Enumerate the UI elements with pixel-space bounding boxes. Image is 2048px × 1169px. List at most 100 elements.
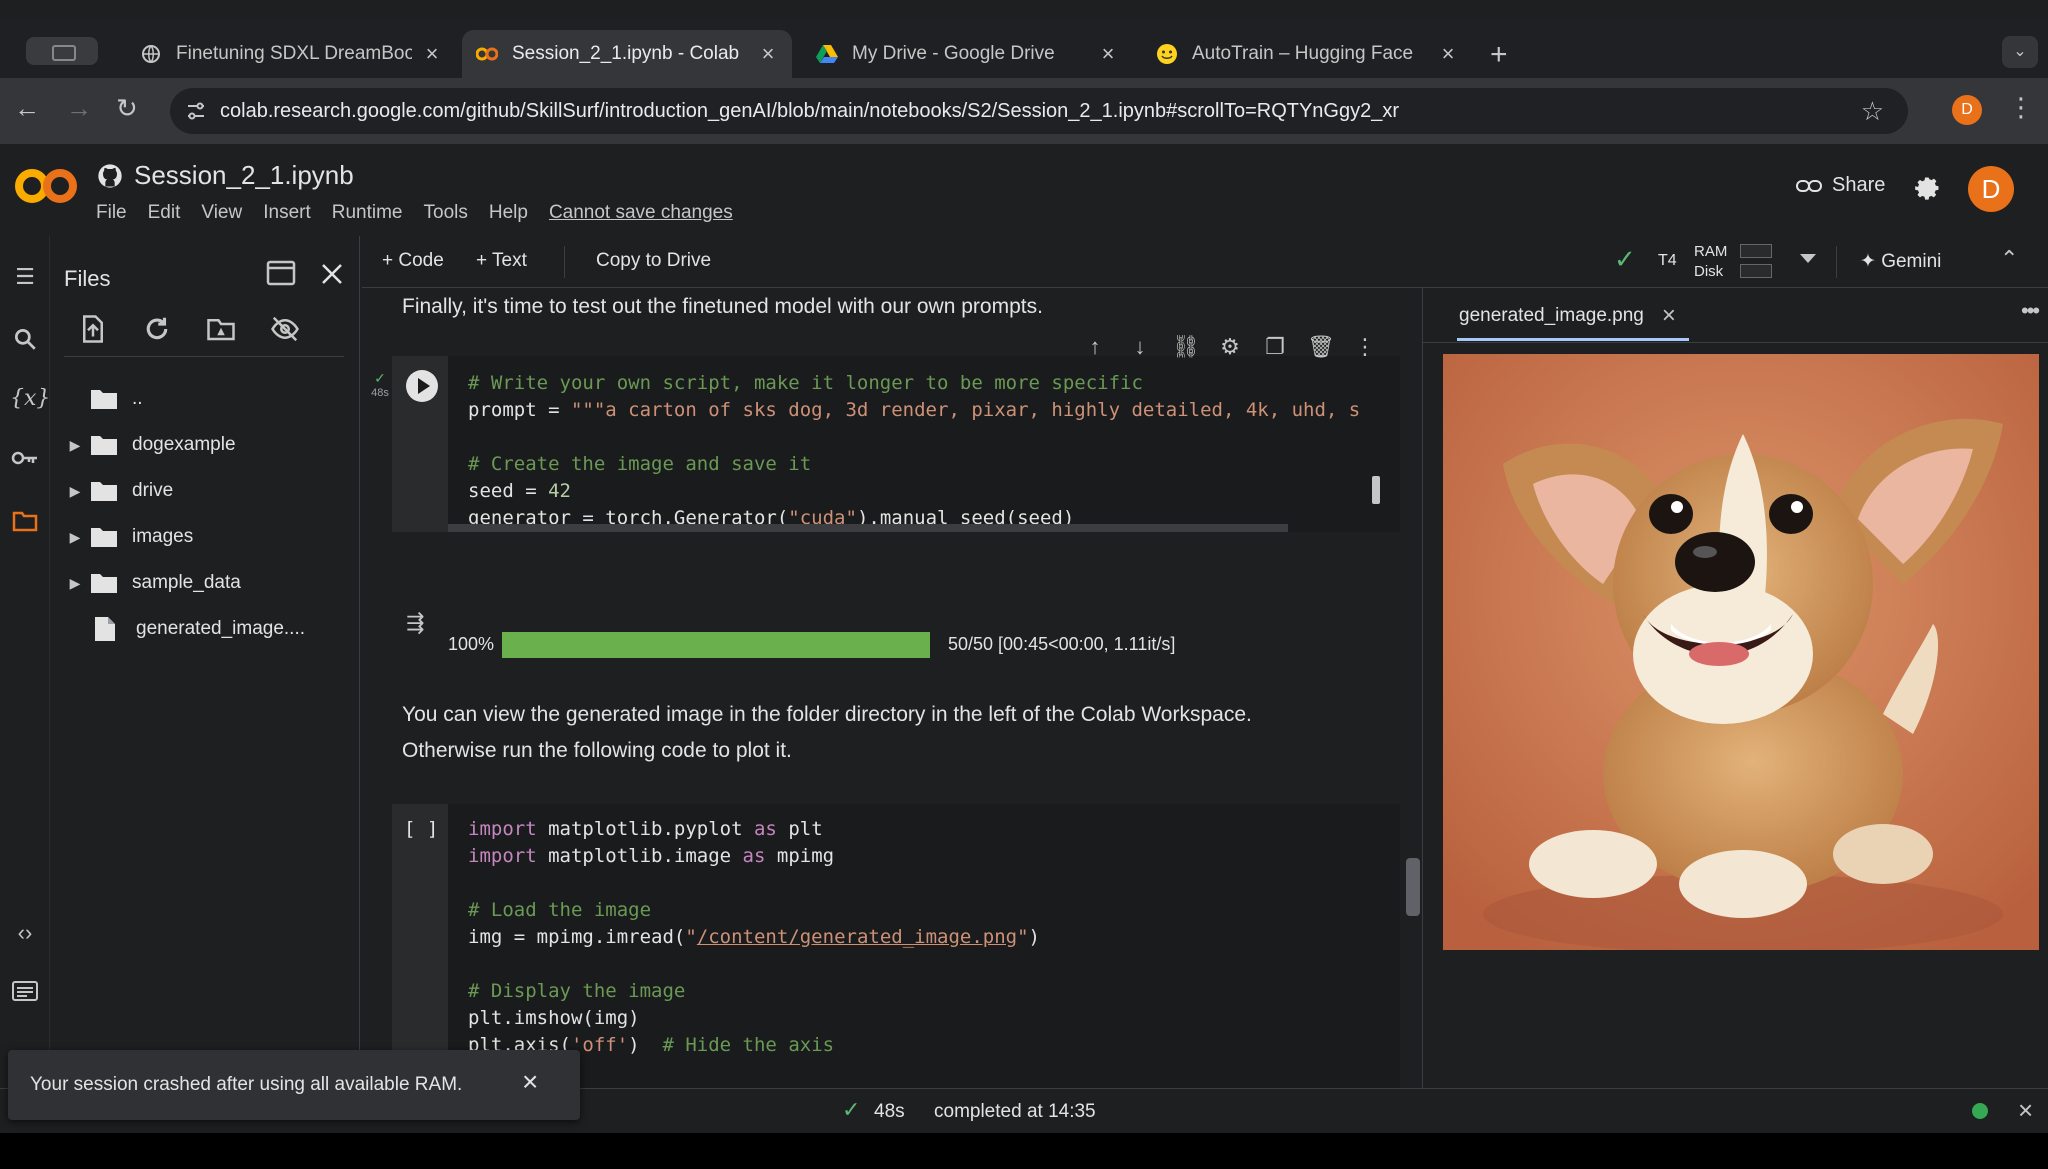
tab-drive[interactable]: My Drive - Google Drive × — [802, 30, 1132, 78]
files-folder-icon[interactable] — [10, 510, 40, 540]
code-line: import matplotlib.image as mpimg — [468, 845, 835, 867]
new-tab-button[interactable]: + — [1490, 40, 1508, 70]
menu-view[interactable]: View — [201, 202, 242, 224]
more-horiz-icon[interactable]: ••• — [2021, 298, 2040, 324]
file-tree-item[interactable]: ▶ images — [60, 520, 193, 554]
code-editor[interactable]: # Write your own script, make it longer … — [468, 370, 1360, 532]
browser-toolbar: ← → ↻ colab.research.google.com/github/S… — [0, 78, 2048, 144]
close-icon[interactable]: × — [1662, 302, 1676, 330]
resource-meters[interactable] — [1740, 244, 1772, 280]
more-vert-icon[interactable]: ⋮ — [1352, 334, 1378, 360]
terminal-icon[interactable] — [10, 980, 40, 1010]
add-code-button[interactable]: + Code — [382, 250, 444, 272]
file-tree-item[interactable]: generated_image.... — [90, 612, 305, 646]
secrets-key-icon[interactable] — [10, 448, 40, 478]
menu-help[interactable]: Help — [489, 202, 528, 224]
save-warning-link[interactable]: Cannot save changes — [549, 202, 733, 224]
close-icon[interactable]: × — [1098, 41, 1118, 67]
back-icon[interactable]: ← — [14, 95, 40, 121]
dismiss-toast-button[interactable]: × — [522, 1066, 538, 1098]
share-label: Share — [1832, 174, 1886, 196]
code-cell[interactable]: # Write your own script, make it longer … — [448, 356, 1400, 532]
close-icon[interactable]: × — [2018, 1095, 2033, 1126]
notebook-scrollbar[interactable] — [1406, 858, 1420, 916]
runtime-dropdown-icon[interactable] — [1800, 254, 1816, 263]
mount-drive-icon[interactable] — [206, 314, 236, 344]
link-icon[interactable]: ⛓ — [1172, 334, 1200, 360]
code-editor[interactable]: import matplotlib.pyplot as plt import m… — [468, 816, 1040, 1059]
expand-caret-icon[interactable]: ▶ — [60, 483, 90, 500]
output-toggle-icon[interactable]: ⇶ — [406, 610, 424, 636]
close-panel-icon[interactable] — [320, 262, 344, 286]
menu-tools[interactable]: Tools — [424, 202, 468, 224]
gemini-button[interactable]: ✦ Gemini — [1860, 250, 1941, 273]
menu-file[interactable]: File — [96, 202, 127, 224]
tab-colab[interactable]: Session_2_1.ipynb - Colab × — [462, 30, 792, 78]
move-down-icon[interactable]: ↓ — [1127, 334, 1153, 360]
tab-huggingface[interactable]: AutoTrain – Hugging Face × — [1142, 30, 1472, 78]
divider — [564, 246, 565, 278]
move-up-icon[interactable]: ↑ — [1082, 334, 1108, 360]
expand-caret-icon[interactable]: ▶ — [60, 529, 90, 546]
progress-text: 50/50 [00:45<00:00, 1.11it/s] — [948, 634, 1176, 654]
user-avatar[interactable]: D — [1968, 166, 2014, 212]
image-tab[interactable]: generated_image.png × — [1459, 302, 1676, 330]
tab-finetuning[interactable]: Finetuning SDXL DreamBooth × — [126, 30, 456, 78]
code-cell[interactable]: import matplotlib.pyplot as plt import m… — [448, 804, 1400, 1088]
browser-profile-avatar[interactable]: D — [1952, 95, 1982, 125]
settings-icon[interactable]: ⚙ — [1217, 334, 1243, 360]
add-text-button[interactable]: + Text — [476, 250, 527, 272]
hide-files-icon[interactable] — [270, 314, 300, 344]
upload-file-icon[interactable] — [78, 314, 108, 344]
refresh-icon[interactable] — [142, 314, 172, 344]
tab-list-button[interactable]: ⌄ — [2002, 36, 2038, 68]
files-panel: Files .. ▶ dogexample ▶ drive ▶ images ▶… — [50, 236, 360, 1086]
run-cell-button[interactable] — [406, 370, 438, 402]
collapse-header-icon[interactable]: ⌃ — [2000, 246, 2018, 272]
menu-runtime[interactable]: Runtime — [332, 202, 403, 224]
file-tree-item[interactable]: .. — [90, 382, 143, 416]
colab-logo[interactable] — [14, 166, 78, 217]
reload-icon[interactable]: ↻ — [116, 95, 138, 121]
variables-icon[interactable]: {x} — [10, 386, 50, 416]
browser-menu-icon[interactable]: ⋮ — [2008, 92, 2034, 123]
menu-edit[interactable]: Edit — [148, 202, 181, 224]
connection-status-indicator[interactable] — [1972, 1103, 1988, 1119]
open-in-tab-icon[interactable] — [266, 260, 296, 286]
address-bar[interactable]: colab.research.google.com/github/SkillSu… — [170, 88, 1908, 134]
cell-scrollbar-thumb[interactable] — [1372, 476, 1380, 504]
bookmark-star-icon[interactable]: ☆ — [1861, 96, 1884, 127]
close-icon[interactable]: × — [758, 41, 778, 67]
cell-exec-prompt[interactable]: [ ] — [404, 818, 438, 840]
forward-icon[interactable]: → — [66, 95, 92, 121]
file-tree-item[interactable]: ▶ drive — [60, 474, 173, 508]
code-line: # Load the image — [468, 899, 652, 921]
table-of-contents-icon[interactable]: ☰ — [10, 264, 40, 294]
tab-search-button[interactable] — [26, 37, 98, 65]
runtime-type[interactable]: T4 — [1658, 252, 1677, 270]
file-tree-item[interactable]: ▶ sample_data — [60, 566, 241, 600]
expand-caret-icon[interactable]: ▶ — [60, 437, 90, 454]
close-icon[interactable]: × — [422, 41, 442, 67]
status-check-icon: ✓ — [842, 1097, 861, 1122]
mirror-cell-icon[interactable]: ❐ — [1262, 334, 1288, 360]
copy-to-drive-button[interactable]: Copy to Drive — [596, 250, 711, 272]
search-icon[interactable] — [10, 326, 40, 356]
notebook-title[interactable]: Session_2_1.ipynb — [96, 160, 354, 191]
notebook-title-text: Session_2_1.ipynb — [134, 160, 354, 190]
file-tree-item[interactable]: ▶ dogexample — [60, 428, 236, 462]
expand-caret-icon[interactable]: ▶ — [60, 575, 90, 592]
settings-gear-icon[interactable] — [1914, 174, 1942, 202]
session-crash-toast: Your session crashed after using all ava… — [8, 1050, 580, 1120]
tab-strip: Finetuning SDXL DreamBooth × Session_2_1… — [0, 18, 2048, 78]
delete-icon[interactable]: 🗑 — [1307, 334, 1335, 360]
menu-insert[interactable]: Insert — [263, 202, 311, 224]
code-snippets-icon[interactable]: ‹› — [10, 920, 40, 950]
site-settings-icon[interactable] — [184, 99, 208, 123]
close-icon[interactable]: × — [1438, 41, 1458, 67]
horizontal-scrollbar[interactable] — [448, 524, 1288, 532]
status-exec-time: 48s — [874, 1101, 905, 1122]
disk-meter — [1740, 264, 1772, 278]
share-button[interactable]: Share — [1796, 174, 1885, 197]
resource-labels[interactable]: RAM Disk — [1694, 242, 1727, 282]
